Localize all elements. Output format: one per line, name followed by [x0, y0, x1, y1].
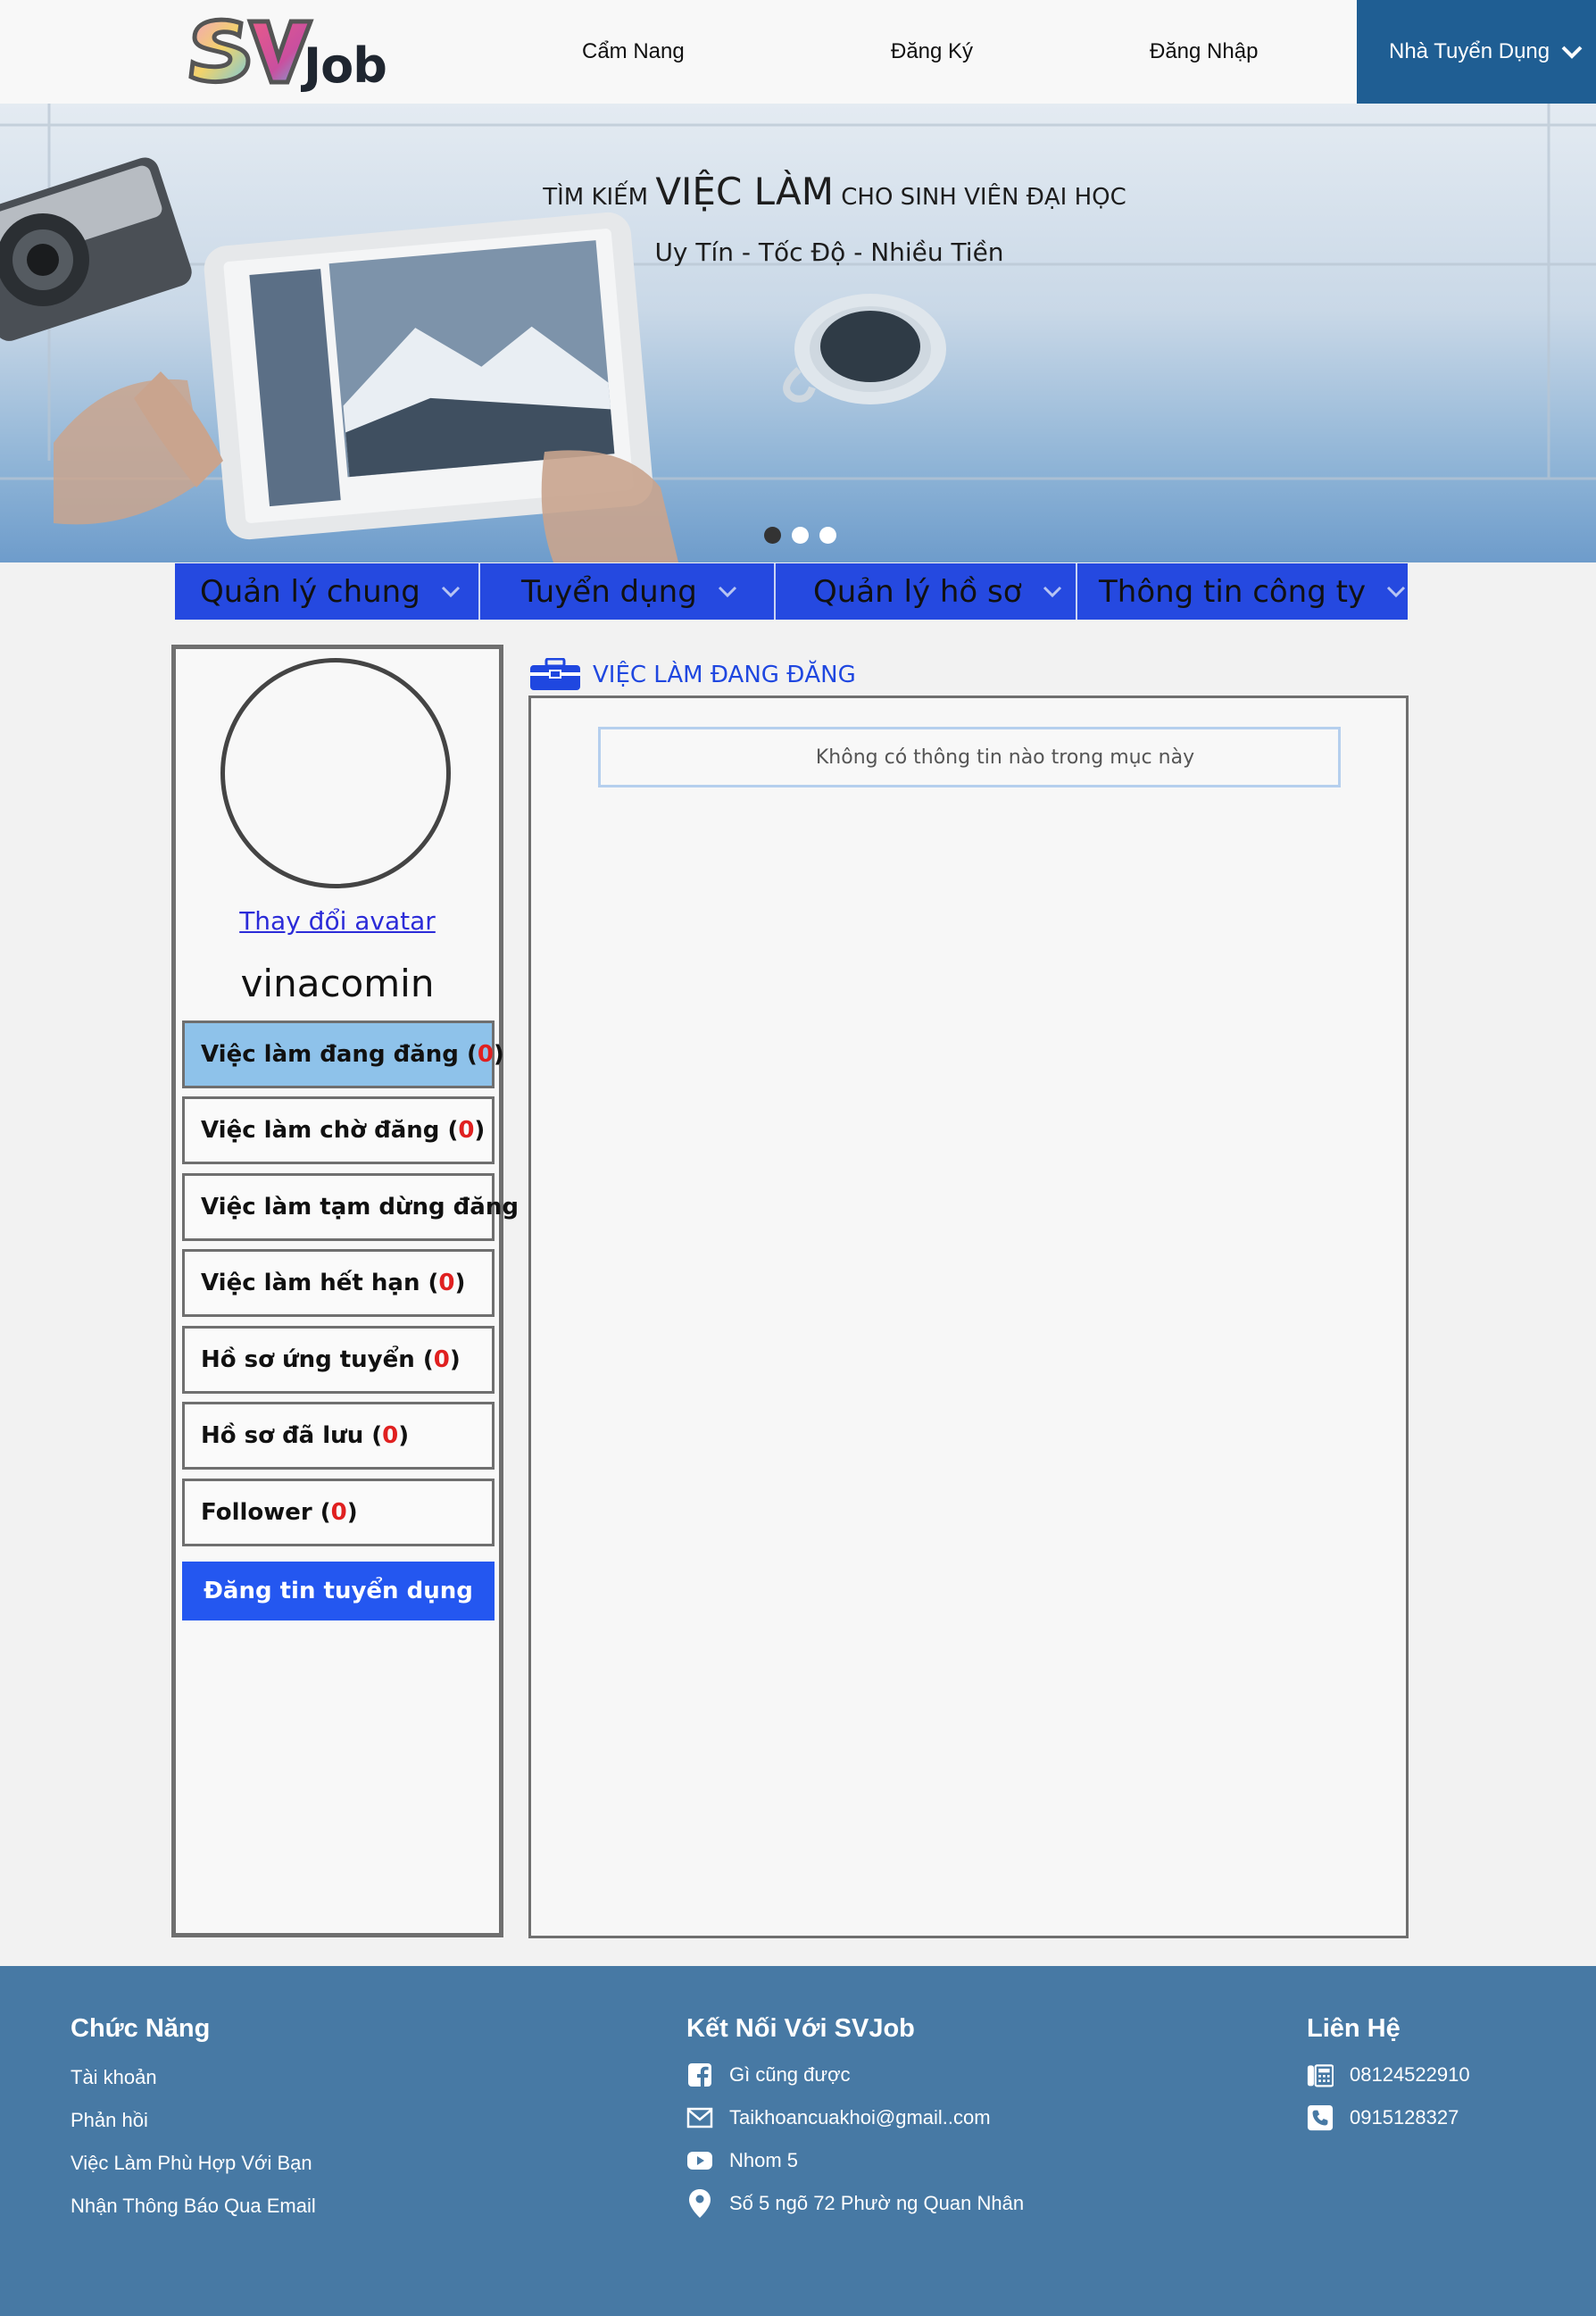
avatar[interactable] [220, 658, 451, 888]
sidebar-item-viec-lam-het-han[interactable]: Việc làm hết hạn (0) [182, 1249, 495, 1317]
sidebar-item-label: Việc làm đang đăng [201, 1041, 459, 1068]
site-header: Job Cẩm Nang Đăng Ký Đăng Nhập Nhà Tuyển… [0, 0, 1596, 104]
sidebar-item-count: 0 [458, 1117, 475, 1144]
footer-phone[interactable]: 0915128327 [1307, 2104, 1459, 2131]
footer-facebook-link[interactable]: Gì cũng được [686, 2062, 851, 2088]
sidebar-item-count: 0 [382, 1422, 399, 1449]
sidebar-item-label: Việc làm hết hạn [201, 1270, 420, 1296]
hero-banner: TÌM KIẾM VIỆC LÀM CHO SINH VIÊN ĐẠI HỌC … [0, 104, 1596, 562]
chevron-down-icon [1387, 586, 1406, 597]
sidebar-item-label: Việc làm tạm dừng đăng [201, 1194, 519, 1220]
carousel-dot-2[interactable] [792, 527, 809, 544]
sidebar-item-count: 0 [477, 1041, 494, 1068]
sidebar-item-viec-lam-tam-dung[interactable]: Việc làm tạm dừng đăng (0) [182, 1173, 564, 1241]
profile-sidebar: Thay đổi avatar vinacomin Việc làm đang … [171, 645, 564, 1937]
menu-quan-ly-chung[interactable]: Quản lý chung [175, 563, 480, 620]
footer-link-phan-hoi[interactable]: Phản hồi [71, 2109, 148, 2132]
sidebar-item-follower[interactable]: Follower (0) [182, 1479, 495, 1546]
coffee-cup-illustration [783, 294, 946, 404]
hero-title-prefix: TÌM KIẾM [543, 184, 649, 211]
footer-youtube-text: Nhom 5 [729, 2149, 799, 2171]
nav-dang-ky[interactable]: Đăng Ký [891, 39, 973, 64]
logo-text: Job [303, 37, 387, 94]
sidebar-item-label: Việc làm chờ đăng [201, 1117, 440, 1144]
briefcase-icon [530, 658, 580, 690]
footer-address: Số 5 ngõ 72 Phườ ng Quan Nhân [686, 2189, 1025, 2218]
footer-contact-title: Liên Hệ [1307, 2014, 1401, 2043]
menu-label: Quản lý chung [200, 573, 420, 610]
footer-link-tai-khoan[interactable]: Tài khoản [71, 2066, 157, 2089]
footer-fax-phone[interactable]: 08124522910 [1307, 2062, 1470, 2088]
carousel-dots [764, 527, 836, 544]
menu-label: Quản lý hồ sơ [813, 573, 1022, 610]
change-avatar-link[interactable]: Thay đổi avatar [176, 906, 499, 936]
footer-connect-title: Kết Nối Với SVJob [686, 2014, 915, 2043]
username: vinacomin [240, 962, 435, 1005]
facebook-icon [686, 2062, 713, 2088]
nav-cam-nang[interactable]: Cẩm Nang [582, 39, 685, 64]
sidebar-item-count: 0 [438, 1270, 455, 1296]
sidebar-item-ho-so-da-luu[interactable]: Hồ sơ đã lưu (0) [182, 1402, 495, 1470]
phone-icon [1307, 2104, 1334, 2131]
sidebar-item-label: Hồ sơ ứng tuyển [201, 1346, 415, 1373]
menu-quan-ly-ho-so[interactable]: Quản lý hồ sơ [776, 563, 1077, 620]
location-pin-icon [686, 2189, 713, 2218]
footer-email-text: Taikhoancuakhoi@gmail..com [729, 2106, 991, 2129]
dashboard-menu-bar: Quản lý chung Tuyển dụng Quản lý hồ sơ T… [175, 563, 1408, 620]
menu-tuyen-dung[interactable]: Tuyển dụng [480, 563, 776, 620]
footer-phone-text: 0915128327 [1350, 2106, 1459, 2129]
hero-title-highlight: VIỆC LÀM [655, 170, 834, 213]
footer-email-link[interactable]: Taikhoancuakhoi@gmail..com [686, 2104, 991, 2131]
site-footer: Chức Năng Tài khoản Phản hồi Việc Làm Ph… [0, 1966, 1596, 2316]
sidebar-item-viec-lam-cho-dang[interactable]: Việc làm chờ đăng (0) [182, 1096, 495, 1164]
footer-facebook-text: Gì cũng được [729, 2063, 851, 2086]
youtube-icon [686, 2147, 713, 2174]
sidebar-item-count: 0 [433, 1346, 450, 1373]
hero-title: TÌM KIẾM VIỆC LÀM CHO SINH VIÊN ĐẠI HỌC [0, 170, 1596, 213]
section-title: VIỆC LÀM ĐANG ĐĂNG [593, 662, 856, 688]
footer-link-viec-lam-phu-hop[interactable]: Việc Làm Phù Hợp Với Bạn [71, 2152, 312, 2175]
job-list-panel: Không có thông tin nào trong mục này [528, 696, 1409, 1938]
logo-sv-mark [188, 17, 314, 85]
chevron-down-icon [441, 586, 460, 597]
sidebar-item-ho-so-ung-tuyen[interactable]: Hồ sơ ứng tuyển (0) [182, 1326, 495, 1394]
menu-label: Tuyển dụng [521, 573, 697, 610]
chevron-down-icon [1043, 586, 1061, 597]
sidebar-item-count: 0 [330, 1499, 347, 1526]
post-job-button[interactable]: Đăng tin tuyển dụng [182, 1562, 495, 1620]
footer-youtube-link[interactable]: Nhom 5 [686, 2147, 798, 2174]
nav-dang-nhap[interactable]: Đăng Nhập [1150, 39, 1258, 64]
menu-label: Thông tin công ty [1099, 573, 1367, 610]
footer-link-nhan-thong-bao[interactable]: Nhận Thông Báo Qua Email [71, 2195, 316, 2218]
footer-fax-phone-text: 08124522910 [1350, 2063, 1470, 2086]
chevron-down-icon [718, 586, 736, 597]
footer-functions-title: Chức Năng [71, 2014, 211, 2043]
menu-thong-tin-cong-ty[interactable]: Thông tin công ty [1077, 563, 1408, 620]
sidebar-item-label: Follower [201, 1499, 312, 1526]
employer-label: Nhà Tuyển Dụng [1389, 39, 1550, 63]
chevron-down-icon [1561, 46, 1583, 59]
hero-subtitle: Uy Tín - Tốc Độ - Nhiều Tiền [654, 237, 1004, 267]
hero-title-suffix: CHO SINH VIÊN ĐẠI HỌC [841, 184, 1126, 211]
fax-phone-icon [1307, 2062, 1334, 2088]
sidebar-item-label: Hồ sơ đã lưu [201, 1422, 364, 1449]
section-header: VIỆC LÀM ĐANG ĐĂNG [528, 657, 856, 693]
footer-address-text: Số 5 ngõ 72 Phườ ng Quan Nhân [729, 2192, 1025, 2214]
carousel-dot-1[interactable] [764, 527, 781, 544]
employer-dropdown-button[interactable]: Nhà Tuyển Dụng [1357, 0, 1596, 104]
empty-state-message: Không có thông tin nào trong mục này [598, 727, 1341, 787]
sidebar-item-viec-lam-dang-dang[interactable]: Việc làm đang đăng (0) [182, 1021, 504, 1088]
mail-icon [686, 2104, 713, 2131]
carousel-dot-3[interactable] [819, 527, 836, 544]
svjob-logo[interactable]: Job [186, 11, 391, 94]
